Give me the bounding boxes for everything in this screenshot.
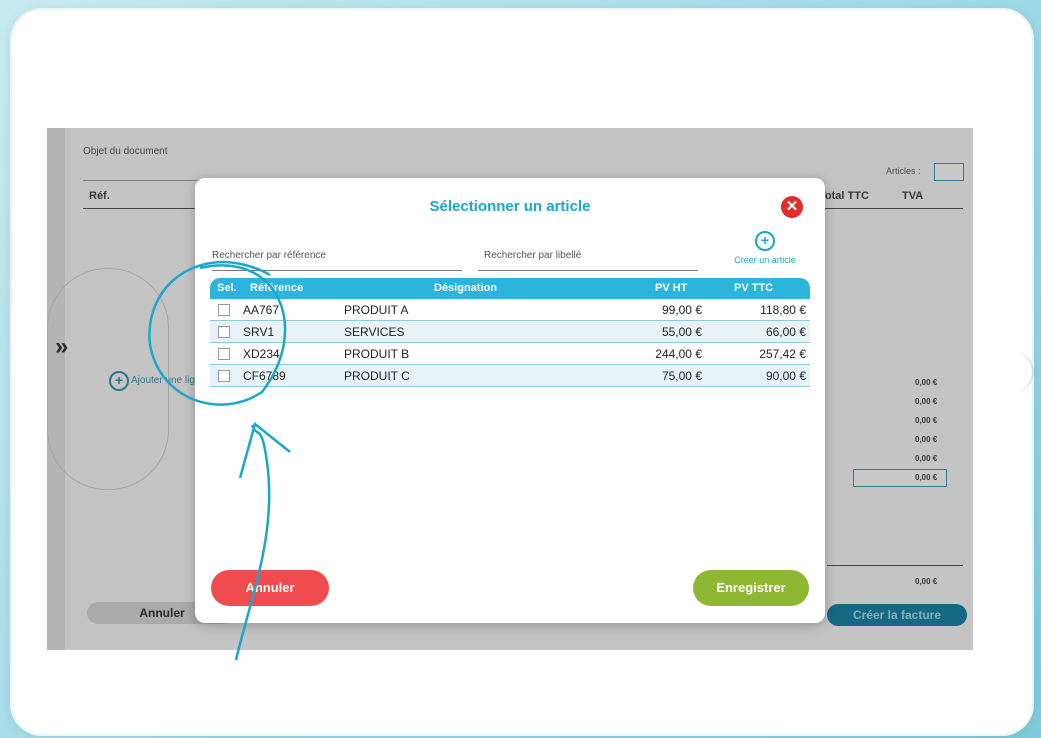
table-row[interactable]: CF6789 PRODUIT C 75,00 € 90,00 €: [210, 365, 810, 387]
dialog-title: Sélectionner un article: [429, 198, 591, 215]
header-pv-ht: PV HT: [655, 282, 688, 294]
search-reference-input[interactable]: Rechercher par référence: [212, 248, 462, 271]
cancel-button[interactable]: Annuler: [211, 570, 329, 606]
cell-designation: PRODUIT C: [344, 369, 410, 383]
close-icon[interactable]: ✕: [781, 196, 803, 218]
table-row[interactable]: XD234 PRODUIT B 244,00 € 257,42 €: [210, 343, 810, 365]
search-libelle-input[interactable]: Rechercher par libellé: [478, 248, 698, 271]
create-article-button[interactable]: + Créer un article: [725, 231, 805, 265]
cell-pv-ttc: 257,42 €: [759, 347, 806, 361]
row-checkbox[interactable]: [218, 348, 230, 360]
row-checkbox[interactable]: [218, 370, 230, 382]
cell-pv-ttc: 90,00 €: [765, 369, 806, 383]
create-article-label: Créer un article: [734, 255, 796, 265]
cell-pv-ht: 99,00 €: [661, 303, 702, 317]
cell-pv-ht: 244,00 €: [655, 347, 702, 361]
cell-pv-ht: 75,00 €: [661, 369, 702, 383]
header-reference: Référence: [250, 282, 304, 294]
table-row[interactable]: AA767 PRODUIT A 99,00 € 118,80 €: [210, 299, 810, 321]
cell-designation: SERVICES: [344, 325, 405, 339]
articles-table: Sel. Référence Désignation PV HT PV TTC …: [210, 278, 810, 387]
cell-reference: SRV1: [243, 325, 275, 339]
row-checkbox[interactable]: [218, 326, 230, 338]
cell-reference: AA767: [243, 303, 280, 317]
table-row[interactable]: SRV1 SERVICES 55,00 € 66,00 €: [210, 321, 810, 343]
select-article-dialog: Sélectionner un article ✕ Rechercher par…: [195, 178, 825, 623]
header-pv-ttc: PV TTC: [734, 282, 774, 294]
cell-pv-ttc: 118,80 €: [760, 303, 806, 317]
cell-pv-ttc: 66,00 €: [765, 325, 806, 339]
plus-circle-icon: +: [755, 231, 775, 251]
header-designation: Désignation: [434, 282, 497, 294]
cell-pv-ht: 55,00 €: [661, 325, 702, 339]
row-checkbox[interactable]: [218, 304, 230, 316]
header-sel: Sel.: [217, 282, 237, 294]
save-button[interactable]: Enregistrer: [693, 570, 809, 606]
cell-designation: PRODUIT A: [344, 303, 409, 317]
cell-designation: PRODUIT B: [344, 347, 410, 361]
cell-reference: XD234: [243, 347, 280, 361]
table-header: Sel. Référence Désignation PV HT PV TTC: [210, 278, 810, 299]
cell-reference: CF6789: [243, 369, 286, 383]
